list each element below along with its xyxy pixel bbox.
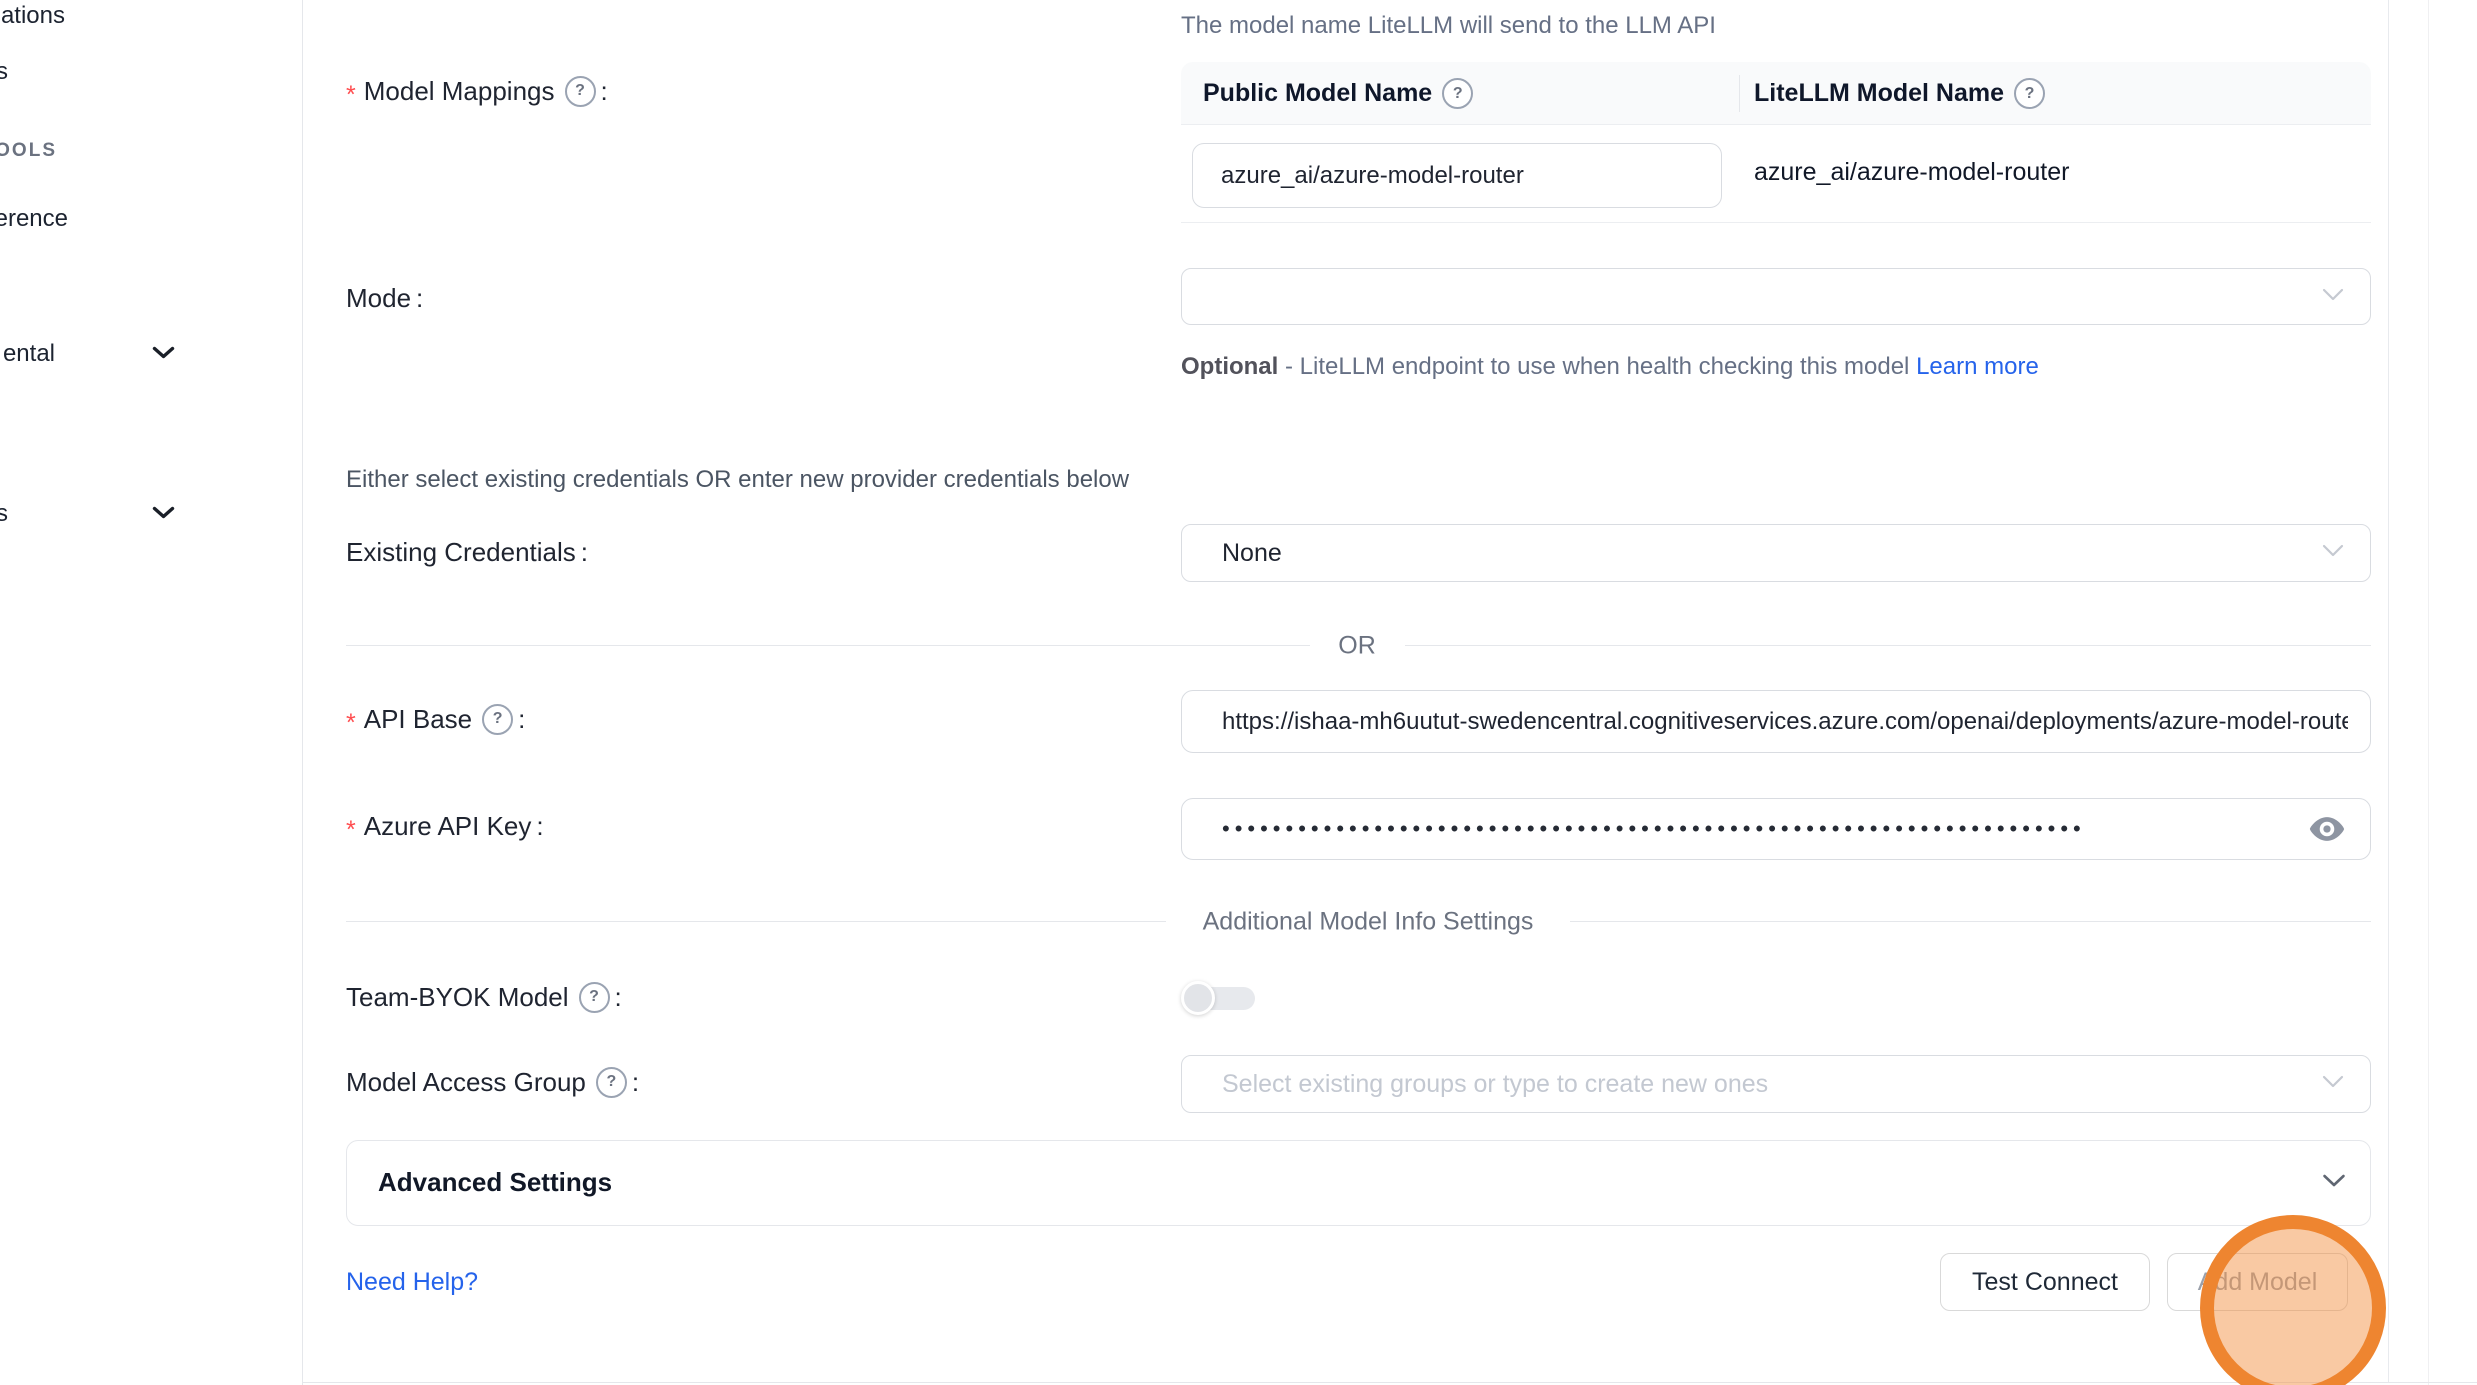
divider-line [346, 921, 1166, 922]
mode-label: Mode : [346, 279, 423, 317]
existing-credentials-value: None [1222, 539, 1282, 568]
sidebar-item-1[interactable]: s [0, 58, 8, 86]
info-divider-text: Additional Model Info Settings [1203, 908, 1534, 937]
or-divider-text: OR [1338, 632, 1376, 661]
table-bottom-border [1181, 222, 2371, 223]
help-icon[interactable]: ? [579, 982, 610, 1013]
column-header-public-model-name: Public Model Name ? [1203, 62, 1473, 125]
column-divider [1739, 75, 1740, 112]
azure-api-key-field[interactable]: ••••••••••••••••••••••••••••••••••••••••… [1181, 798, 2371, 860]
model-mappings-label: * Model Mappings ? : [346, 72, 608, 110]
sidebar-section-tools: TOOLS [0, 140, 57, 162]
toggle-knob [1181, 981, 1215, 1015]
team-byok-label: Team-BYOK Model ? : [346, 978, 622, 1016]
divider-line [1570, 921, 2371, 922]
advanced-settings-panel[interactable]: Advanced Settings [346, 1140, 2371, 1226]
api-base-input[interactable] [1222, 708, 2348, 736]
chevron-down-icon [2322, 1075, 2344, 1093]
add-model-button[interactable]: Add Model [2167, 1253, 2348, 1311]
azure-api-key-label: * Azure API Key : [346, 807, 544, 845]
sidebar-item-experimental[interactable]: ental [3, 340, 55, 368]
help-icon[interactable]: ? [565, 76, 596, 107]
required-mark: * [346, 816, 356, 845]
model-access-group-select[interactable]: Select existing groups or type to create… [1181, 1055, 2371, 1113]
learn-more-link[interactable]: Learn more [1916, 353, 2039, 380]
help-icon[interactable]: ? [482, 704, 513, 735]
help-icon[interactable]: ? [2014, 78, 2045, 109]
chevron-down-icon[interactable] [152, 506, 175, 525]
advanced-settings-title: Advanced Settings [378, 1167, 612, 1198]
card-right-border [2388, 0, 2389, 1382]
model-mappings-table: Public Model Name ? LiteLLM Model Name ?… [1181, 62, 2371, 223]
eye-icon[interactable] [2308, 814, 2346, 844]
team-byok-toggle[interactable] [1181, 980, 1261, 1016]
divider-line [1405, 645, 2371, 646]
help-icon[interactable]: ? [1442, 78, 1473, 109]
api-base-label: * API Base ? : [346, 700, 525, 738]
card-bottom-border [302, 1382, 2477, 1383]
mode-select[interactable] [1181, 268, 2371, 325]
sidebar-item-inference[interactable]: erence [0, 205, 68, 233]
divider-line [346, 645, 1310, 646]
api-base-field[interactable] [1181, 690, 2371, 753]
public-model-name-input[interactable] [1221, 162, 1693, 190]
scroll-track-border [2428, 0, 2429, 1385]
sidebar-item-settings[interactable]: s [0, 500, 8, 528]
chevron-down-icon[interactable] [152, 346, 175, 365]
existing-credentials-label: Existing Credentials : [346, 533, 588, 571]
required-mark: * [346, 81, 356, 110]
add-model-page: ations s TOOLS erence ental s The model … [0, 0, 2477, 1385]
sidebar: ations s TOOLS erence ental s [0, 0, 303, 1385]
optional-bold: Optional [1181, 353, 1278, 380]
public-model-name-field[interactable] [1192, 143, 1722, 208]
chevron-down-icon[interactable] [2322, 1174, 2346, 1193]
credentials-note: Either select existing credentials OR en… [346, 466, 1129, 494]
sidebar-item-organizations[interactable]: ations [1, 2, 65, 30]
test-connect-button[interactable]: Test Connect [1940, 1253, 2150, 1311]
masked-api-key: ••••••••••••••••••••••••••••••••••••••••… [1222, 816, 2086, 842]
need-help-link[interactable]: Need Help? [346, 1268, 478, 1297]
chevron-down-icon [2322, 288, 2344, 306]
required-mark: * [346, 709, 356, 738]
help-icon[interactable]: ? [596, 1067, 627, 1098]
litellm-model-name-value: azure_ai/azure-model-router [1754, 158, 2069, 187]
model-name-help-text: The model name LiteLLM will send to the … [1181, 12, 1716, 40]
existing-credentials-select[interactable]: None [1181, 524, 2371, 582]
model-access-group-label: Model Access Group ? : [346, 1063, 639, 1101]
chevron-down-icon [2322, 544, 2344, 562]
column-header-litellm-model-name: LiteLLM Model Name ? [1754, 62, 2045, 125]
model-access-group-placeholder: Select existing groups or type to create… [1222, 1070, 1768, 1099]
mode-help-text: Optional - LiteLLM endpoint to use when … [1181, 347, 2081, 387]
